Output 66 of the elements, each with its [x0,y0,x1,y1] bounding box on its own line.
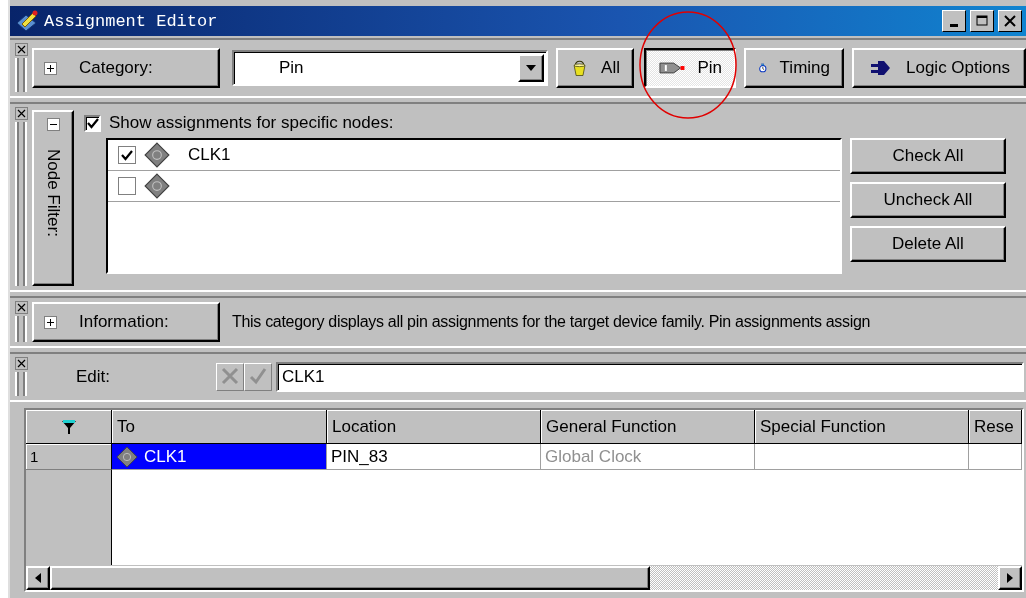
node-name: CLK1 [188,145,231,165]
node-filter-button[interactable]: Node Filter: [32,110,74,286]
right-arrow-icon [1005,572,1015,584]
header-cell[interactable] [26,410,112,444]
edit-field[interactable]: CLK1 [276,362,1024,392]
checkbox[interactable] [118,146,136,164]
close-button[interactable] [998,10,1022,32]
check-icon [121,149,133,161]
window-title: Assignment Editor [44,11,219,31]
column-header: Rese [969,410,1022,444]
table-cell[interactable] [755,444,969,470]
column-header: General Function [541,410,755,444]
gripper-handle[interactable] [15,58,27,92]
table-cell[interactable] [969,444,1022,470]
caret-icon [525,63,537,73]
maximize-icon [974,14,990,28]
close-icon[interactable] [14,107,28,120]
node-icon [116,445,138,468]
app-icon [14,9,40,33]
horizontal-scrollbar[interactable] [26,565,1022,590]
list-action-button[interactable]: Uncheck All [850,182,1006,218]
gripper-handle[interactable] [15,122,27,286]
filter-button[interactable]: Logic Options [852,48,1026,88]
row-number: 1 [26,444,112,470]
gripper-handle[interactable] [15,316,27,342]
checkbox-label: Show assignments for specific nodes: [109,113,394,133]
expand-toggle-icon[interactable] [44,61,57,75]
gripper-handle[interactable] [15,372,27,396]
category-button[interactable]: Category: [32,48,220,88]
column-header: Location [327,410,541,444]
dropdown-arrow-button[interactable] [518,54,544,82]
maximize-button[interactable] [970,10,994,32]
node-icon [144,142,170,168]
scrollbar-thumb[interactable] [50,566,650,590]
information-button[interactable]: Information: [32,302,220,342]
category-dropdown[interactable]: Pin [232,50,548,86]
expand-toggle-icon[interactable] [44,315,57,329]
column-header: To [112,410,327,444]
cancel-button[interactable] [216,363,244,391]
list-action-button[interactable]: Delete All [850,226,1006,262]
node-icon [144,173,170,199]
minimize-icon [950,23,958,27]
expand-toggle-icon[interactable] [46,118,60,131]
scroll-right-button[interactable] [998,566,1022,590]
checkbox[interactable] [84,114,101,132]
list-action-button[interactable]: Check All [850,138,1006,174]
check-icon [86,117,99,129]
filter-button[interactable]: All [556,48,634,88]
column-header: Special Function [755,410,969,444]
close-icon[interactable] [14,357,28,370]
accept-button[interactable] [244,363,272,391]
filter-button[interactable]: Pin [644,48,736,88]
close-icon[interactable] [14,301,28,314]
table-cell[interactable]: PIN_83 [327,444,541,470]
minimize-button[interactable] [942,10,966,32]
edit-label: Edit: [76,367,112,387]
information-text: This category displays all pin assignments for the target device family. Pin assignments assign [232,313,871,331]
filter-icon[interactable] [59,417,78,436]
dropdown-value: Pin [278,58,305,78]
table-cell[interactable]: CLK1 [112,444,327,470]
close-icon [1002,14,1018,28]
filter-button[interactable]: Timing [744,48,844,88]
left-arrow-icon [33,572,43,584]
scroll-left-button[interactable] [26,566,50,590]
checkbox[interactable] [118,177,136,195]
close-icon[interactable] [14,43,28,56]
